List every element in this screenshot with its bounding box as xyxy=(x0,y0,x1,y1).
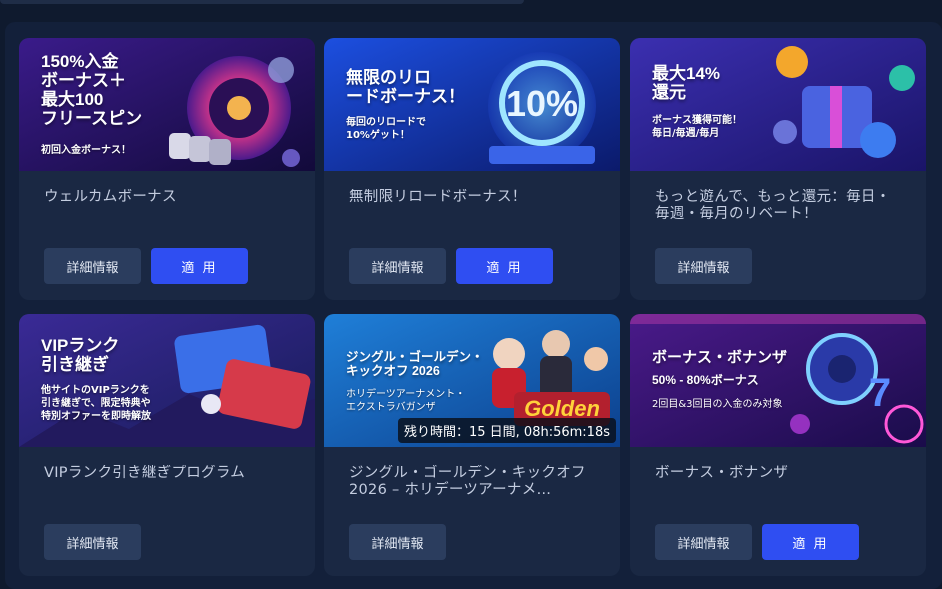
banner-line: 引き継ぎ xyxy=(41,355,109,375)
banner-line: キックオフ 2026 xyxy=(346,364,440,378)
promo-title: VIPランク引き継ぎプログラム xyxy=(44,465,246,481)
banner-line: ードボーナス！ xyxy=(346,87,465,107)
banner-subtitle: ボーナス獲得可能！ xyxy=(652,115,742,126)
percent-graphic-text: 10% xyxy=(506,83,578,124)
banner-subtitle: 毎回のリロードで xyxy=(346,117,426,128)
crypto-gift-graphic xyxy=(630,38,926,171)
banner-subtitle: 他サイトのVIPランクを xyxy=(41,385,150,396)
banner-subtitle: 特別オファーを即時解放 xyxy=(41,411,151,422)
banner-line: ボーナス＋ xyxy=(41,71,126,91)
promotions-panel: 150%入金 ボーナス＋ 最大100 フリースピン 初回入金ボーナス！ ウェルカ… xyxy=(5,22,942,589)
banner-subtitle: 初回入金ボーナス！ xyxy=(41,145,131,156)
banner-line: 最大100 xyxy=(41,90,104,110)
top-scroll-edge xyxy=(0,0,524,4)
banner-subtitle: 毎日/毎週/毎月 xyxy=(652,128,720,139)
details-button[interactable]: 詳細情報 xyxy=(349,248,446,284)
banner-subtitle: 引き継ぎで、限定特典や xyxy=(41,398,151,409)
promo-card-bonanza: 7 ボーナス・ボナンザ 50% - 80%ボーナス 2回目&3回目の入金のみ対象… xyxy=(630,314,926,576)
promo-card-welcome: 150%入金 ボーナス＋ 最大100 フリースピン 初回入金ボーナス！ ウェルカ… xyxy=(19,38,315,300)
details-button[interactable]: 詳細情報 xyxy=(44,248,141,284)
promo-title: もっと遊んで、もっと還元：毎日・毎週・毎月のリベート！ xyxy=(655,189,891,222)
promo-card-vip: VIPランク 引き継ぎ 他サイトのVIPランクを 引き継ぎで、限定特典や 特別オ… xyxy=(19,314,315,576)
banner-line: フリースピン xyxy=(41,109,143,129)
promo-banner-bonanza[interactable]: 7 ボーナス・ボナンザ 50% - 80%ボーナス 2回目&3回目の入金のみ対象 xyxy=(630,314,926,447)
apply-button[interactable]: 適 用 xyxy=(456,248,553,284)
banner-line: 最大14% xyxy=(652,64,721,83)
banner-subtitle: 2回目&3回目の入金のみ対象 xyxy=(652,399,783,410)
details-button[interactable]: 詳細情報 xyxy=(655,248,752,284)
banner-line: ボーナス・ボナンザ xyxy=(652,349,788,366)
details-button[interactable]: 詳細情報 xyxy=(655,524,752,560)
banner-line: ジングル・ゴールデン・ xyxy=(346,350,484,364)
promo-banner-welcome[interactable]: 150%入金 ボーナス＋ 最大100 フリースピン 初回入金ボーナス！ xyxy=(19,38,315,171)
details-button[interactable]: 詳細情報 xyxy=(44,524,141,560)
banner-line: 50% - 80%ボーナス xyxy=(652,373,759,387)
promo-banner-rebate[interactable]: 最大14% 還元 ボーナス獲得可能！ 毎日/毎週/毎月 xyxy=(630,38,926,171)
svg-text:7: 7 xyxy=(869,371,891,415)
promo-title: ボーナス・ボナンザ xyxy=(655,465,789,481)
banner-subtitle: 10%ゲット！ xyxy=(346,130,410,141)
promo-banner-reload[interactable]: 10% 無限のリロ ードボーナス！ 毎回のリロードで 10%ゲット！ xyxy=(324,38,620,171)
banner-line: 無限のリロ xyxy=(346,68,431,87)
promo-title: ウェルカムボーナス xyxy=(44,189,177,205)
promo-title: 無制限リロードボーナス！ xyxy=(349,189,527,205)
vip-cards-graphic xyxy=(19,314,315,447)
banner-line: 150%入金 xyxy=(41,52,119,71)
banner-line: 還元 xyxy=(652,83,686,103)
promo-card-jingle: Golden ジングル・ゴールデン・ キックオフ 2026 ホリデーツアーナメン… xyxy=(324,314,620,576)
banner-subtitle: エクストラバガンザ xyxy=(346,402,436,413)
promo-title: ジングル・ゴールデン・キックオフ 2026 – ホリデーツアーナメ… xyxy=(349,465,586,498)
promo-card-rebate: 最大14% 還元 ボーナス獲得可能！ 毎日/毎週/毎月 もっと遊んで、もっと還元… xyxy=(630,38,926,300)
apply-button[interactable]: 適 用 xyxy=(151,248,248,284)
promo-banner-vip[interactable]: VIPランク 引き継ぎ 他サイトのVIPランクを 引き継ぎで、限定特典や 特別オ… xyxy=(19,314,315,447)
promo-card-reload: 10% 無限のリロ ードボーナス！ 毎回のリロードで 10%ゲット！ 無制限リロ… xyxy=(324,38,620,300)
apply-button[interactable]: 適 用 xyxy=(762,524,859,560)
banner-line: VIPランク xyxy=(41,336,120,355)
promo-banner-jingle[interactable]: Golden ジングル・ゴールデン・ キックオフ 2026 ホリデーツアーナメン… xyxy=(324,314,620,447)
countdown-timer: 残り時間：15 日間, 08h:56m:18s xyxy=(397,418,616,443)
banner-subtitle: ホリデーツアーナメント・ xyxy=(346,389,466,400)
details-button[interactable]: 詳細情報 xyxy=(349,524,446,560)
